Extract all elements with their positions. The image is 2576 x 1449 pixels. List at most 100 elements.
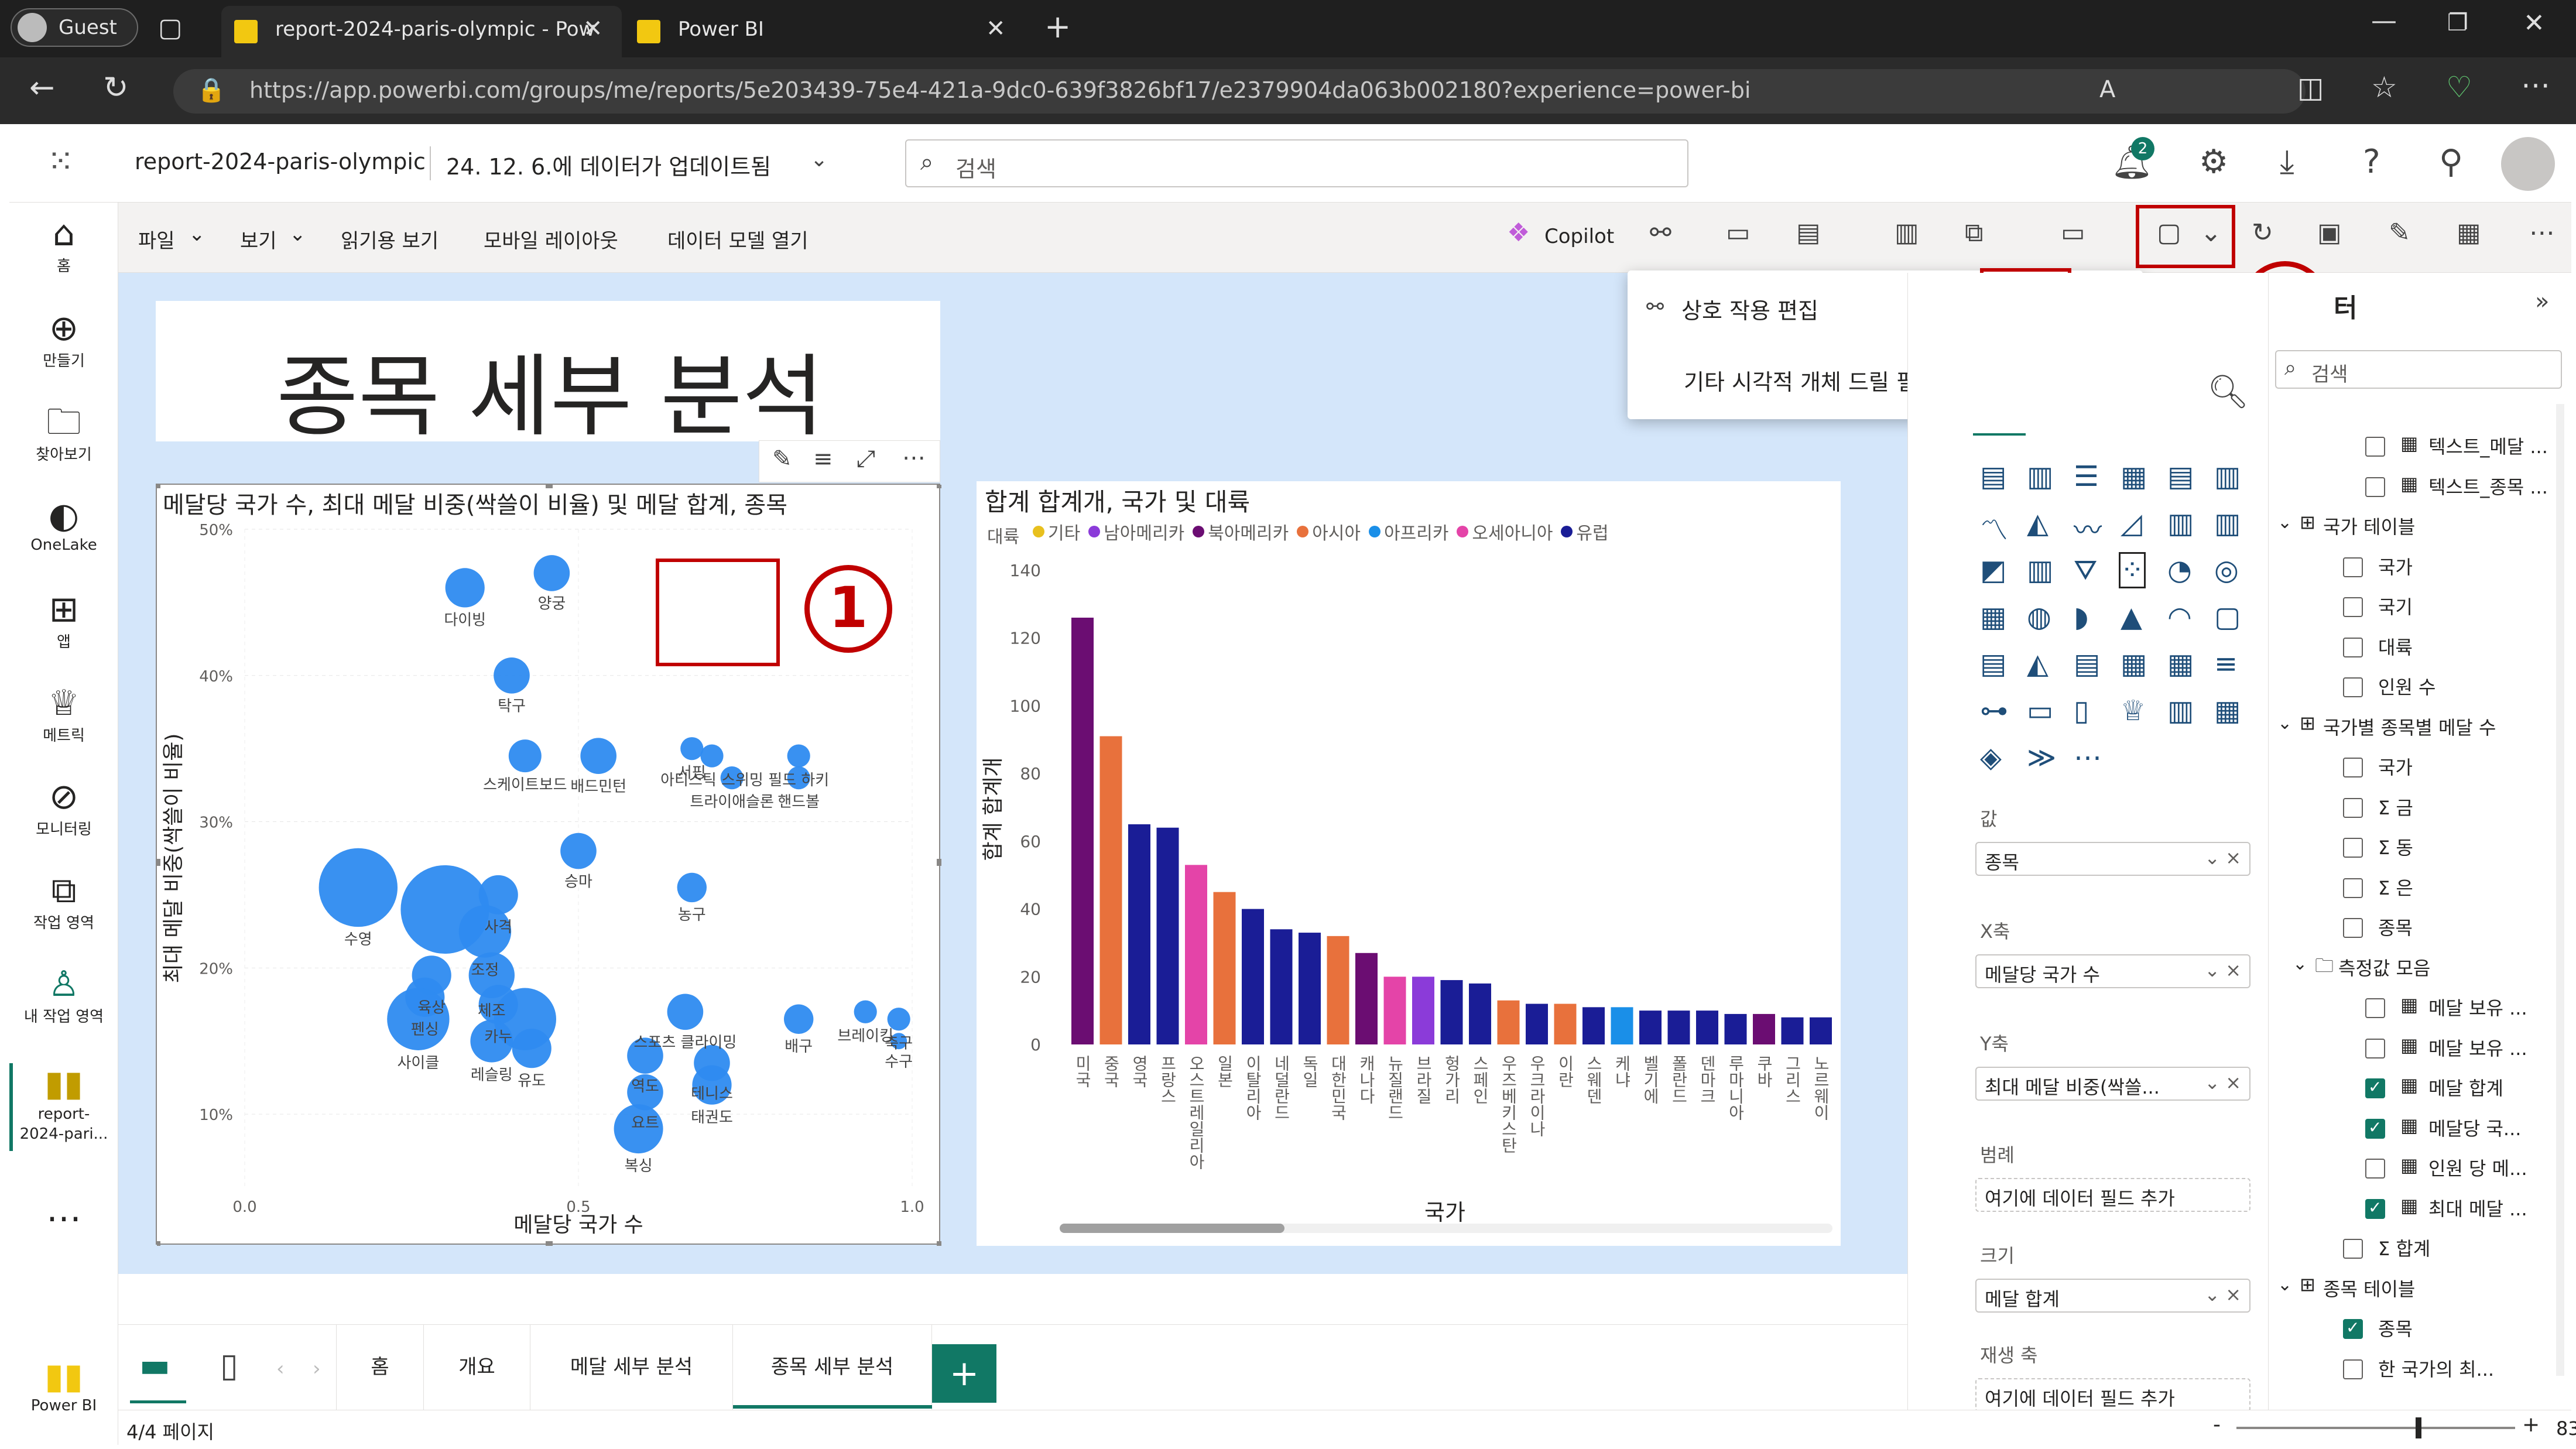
nav-my-workspace[interactable]: ♙ 내 작업 영역 (9, 964, 118, 1026)
visual-type-icon[interactable]: ▤ (1980, 460, 2006, 493)
field-checkbox[interactable] (2343, 597, 2363, 617)
field-row[interactable]: ▦ 텍스트_메달 ... (2272, 430, 2553, 465)
data-search-box[interactable]: ⌕ 검색 (2275, 350, 2562, 389)
pin-icon[interactable]: ✎ (2389, 218, 2410, 248)
mobile-layout-icon[interactable]: ▯ (220, 1347, 238, 1385)
scatter-point[interactable] (580, 738, 616, 774)
visual-type-icon[interactable]: ⛛ (2074, 554, 2097, 587)
split-screen-icon[interactable]: ◫ (2297, 71, 2324, 104)
report-name[interactable]: report-2024-paris-olympic (135, 149, 426, 174)
field-checkbox[interactable] (2343, 1239, 2363, 1259)
visual-type-icon[interactable]: ◎ (2214, 554, 2239, 587)
visual-type-icon[interactable]: ▭ (2027, 694, 2053, 727)
chevron-down-icon[interactable]: ⌄ (289, 222, 306, 246)
bar[interactable] (1156, 827, 1179, 1044)
chevron-down-icon[interactable]: ⌄ (2204, 959, 2220, 981)
well-field[interactable]: 최대 메달 비중(싹쓸... ⌄ × (1975, 1067, 2250, 1101)
menu-reading-view[interactable]: 읽기용 보기 (341, 225, 439, 254)
chevron-down-icon[interactable]: ⌄ (2277, 512, 2292, 533)
resize-handle[interactable] (157, 485, 160, 488)
visual-type-icon[interactable]: ⋯ (2074, 741, 2102, 774)
field-row[interactable]: ▦ 메달 합계 (2272, 1071, 2553, 1107)
field-row[interactable]: 국기 (2272, 590, 2553, 625)
browser-tab[interactable]: Power BI ✕ (624, 6, 1025, 57)
field-row[interactable]: 국가 (2272, 751, 2553, 786)
visual-type-icon[interactable]: ♕ (2121, 694, 2146, 727)
bar-visual[interactable]: 합계 합계개, 국가 및 대륙 대륙 기타 남아메리카 북아메리카 아시아 아프리카 오세… (977, 481, 1841, 1246)
more-browser-icon[interactable]: ⋯ (2521, 68, 2550, 102)
field-checkbox[interactable] (2343, 557, 2363, 577)
bar[interactable] (1469, 983, 1491, 1044)
copilot-icon[interactable]: ❖ (1507, 218, 1530, 248)
field-checkbox[interactable] (2343, 918, 2363, 938)
field-row[interactable]: Σ 동 (2272, 831, 2553, 866)
visual-type-icon[interactable]: ▥ (2214, 460, 2241, 493)
chevron-down-icon[interactable]: ⌄ (2293, 954, 2307, 974)
read-aloud-icon[interactable]: A (2099, 76, 2115, 103)
browser-essentials-icon[interactable]: ♡ (2446, 70, 2472, 104)
visual-type-icon[interactable]: ◿ (2121, 507, 2142, 540)
field-row[interactable]: ▦ 메달 보유 ... (2272, 991, 2553, 1026)
scatter-point[interactable] (787, 744, 810, 768)
visual-type-icon[interactable]: ▥ (2027, 460, 2053, 493)
tab-actions-icon[interactable]: ▢ (158, 13, 183, 43)
resize-handle[interactable] (937, 1241, 941, 1246)
bar[interactable] (1185, 865, 1207, 1044)
field-checkbox[interactable] (2365, 1118, 2385, 1139)
scatter-point[interactable] (445, 568, 485, 608)
visual-type-icon[interactable]: ▯ (2074, 694, 2089, 727)
field-row[interactable]: ▦ 메달당 국... (2272, 1112, 2553, 1147)
visual-type-icon[interactable]: ⊶ (1980, 694, 2008, 727)
field-checkbox[interactable] (2365, 1159, 2385, 1179)
bar[interactable] (1781, 1017, 1804, 1044)
field-checkbox[interactable] (2343, 1318, 2363, 1339)
bar[interactable] (1526, 1003, 1548, 1044)
resize-handle[interactable] (937, 859, 941, 866)
table-row[interactable]: ⌄ ⊞ 국가 테이블 (2272, 510, 2553, 545)
notes-icon[interactable]: ▥ (1895, 218, 1919, 248)
search-box[interactable]: ⌕ 검색 (905, 139, 1688, 187)
bar[interactable] (1213, 892, 1236, 1044)
table-row[interactable]: ⌄ 🗀 측정값 모음 (2272, 951, 2553, 986)
prev-page-icon[interactable]: ‹ (276, 1357, 285, 1381)
field-checkbox[interactable] (2343, 758, 2363, 777)
scatter-point[interactable] (854, 1000, 877, 1023)
nav-current-report[interactable]: ▮▮ report- 2024-pari... (9, 1063, 118, 1144)
field-checkbox[interactable] (2343, 637, 2363, 657)
scatter-point[interactable] (512, 1029, 551, 1068)
zoom-out-icon[interactable]: - (2213, 1413, 2221, 1437)
well-drop-zone[interactable]: 여기에 데이터 필드 추가 (1975, 1178, 2250, 1212)
browser-tab-active[interactable]: report-2024-paris-olympic - Pow ✕ (221, 6, 622, 57)
scatter-point[interactable] (400, 865, 489, 954)
field-checkbox[interactable] (2365, 1038, 2385, 1059)
scatter-point[interactable] (318, 848, 398, 927)
visual-type-icon[interactable]: ◗ (2074, 601, 2088, 633)
visual-type-icon[interactable]: ▦ (1980, 601, 2006, 633)
field-checkbox[interactable] (2365, 437, 2385, 457)
visual-type-icon[interactable]: ≡ (2214, 648, 2238, 680)
bar[interactable] (1383, 977, 1406, 1044)
visual-type-icon[interactable]: ▥ (2214, 507, 2241, 540)
binoculars-icon[interactable]: ⚯ (1650, 218, 1671, 248)
visual-type-icon[interactable]: ▤ (2167, 460, 2194, 493)
back-icon[interactable]: ← (29, 70, 55, 105)
well-field[interactable]: 메달 합계 ⌄ × (1975, 1279, 2250, 1313)
collapse-pane-icon[interactable]: » (2535, 288, 2549, 315)
field-checkbox[interactable] (2343, 878, 2363, 898)
visual-type-icon[interactable]: ☰ (2074, 460, 2099, 493)
bar[interactable] (1497, 1000, 1520, 1044)
visual-type-icon[interactable]: ▤ (2074, 648, 2100, 680)
resize-handle[interactable] (546, 485, 553, 488)
analytics-icon[interactable]: 🔍︎ (2207, 372, 2249, 411)
bar[interactable] (1412, 977, 1434, 1044)
page-tab-sport-analysis[interactable]: 종목 세부 분석 (733, 1324, 932, 1410)
remove-field-icon[interactable]: × (2225, 1071, 2241, 1094)
teams-icon[interactable]: ▦ (2457, 218, 2481, 248)
present-icon[interactable]: ▭ (2061, 218, 2085, 248)
zoom-slider[interactable] (2236, 1417, 2515, 1438)
menu-open-data-model[interactable]: 데이터 모델 열기 (667, 225, 809, 254)
field-row[interactable]: 인원 수 (2272, 670, 2553, 705)
zoom-thumb[interactable] (2416, 1417, 2421, 1438)
resize-handle[interactable] (546, 1241, 553, 1246)
field-checkbox[interactable] (2365, 1077, 2385, 1098)
